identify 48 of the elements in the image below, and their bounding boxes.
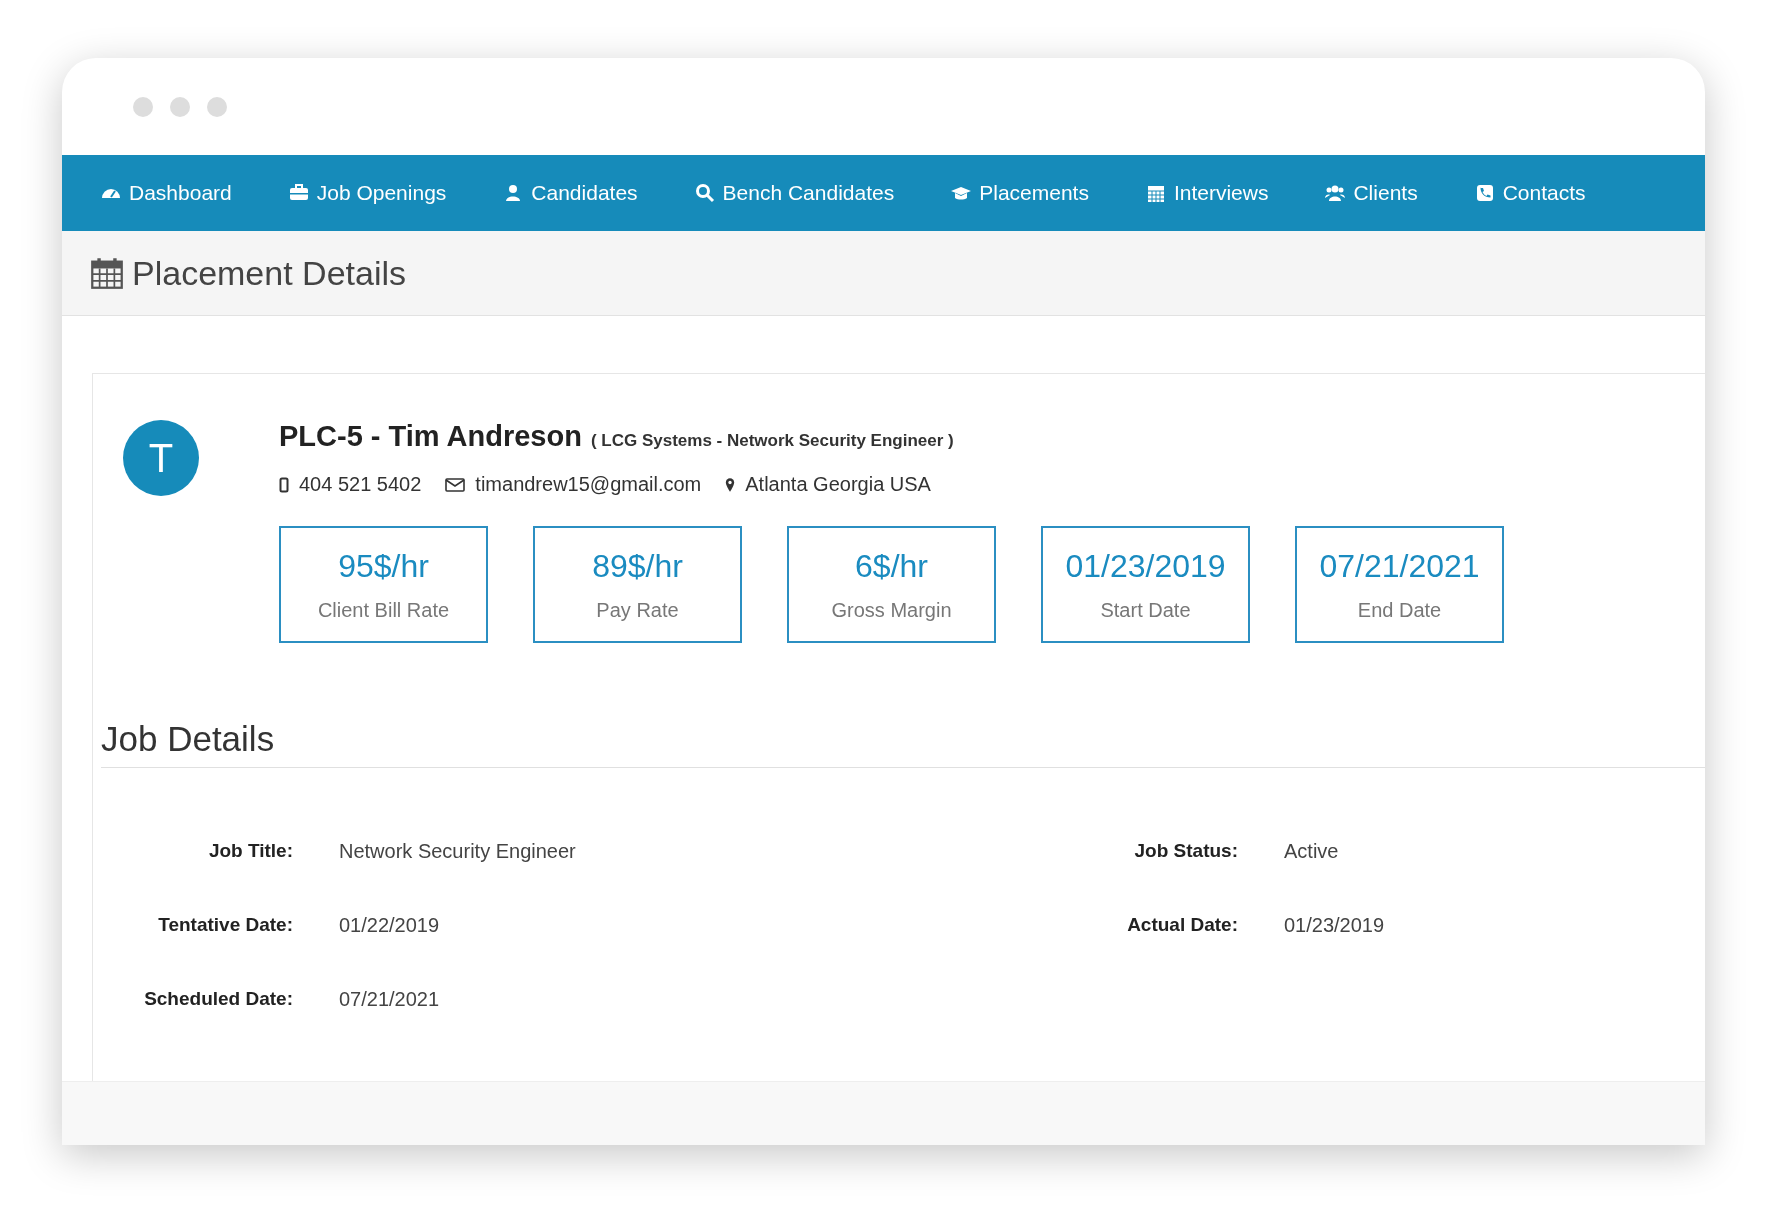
stat-value: 01/23/2019 xyxy=(1065,547,1226,585)
stat-label: Pay Rate xyxy=(596,598,679,622)
nav-link[interactable]: Clients xyxy=(1325,181,1418,205)
nav-link[interactable]: Contacts xyxy=(1474,181,1586,205)
window-dot xyxy=(133,96,153,117)
stat-label: Gross Margin xyxy=(831,598,952,622)
stat-value: 95$/hr xyxy=(338,547,429,585)
section-heading: Job Details xyxy=(101,719,1705,768)
field-value: 01/22/2019 xyxy=(338,913,441,937)
phone-number: 404 521 5402 xyxy=(299,473,422,496)
nav-link[interactable]: Job Openings xyxy=(288,181,447,205)
briefcase-icon xyxy=(288,183,309,203)
nav-link[interactable]: Bench Candidates xyxy=(694,181,895,205)
field-label: Actual Date: xyxy=(1126,914,1238,936)
mobile-phone-icon xyxy=(279,476,289,493)
nav-link[interactable]: Dashboard xyxy=(101,181,232,205)
field-value: Active xyxy=(1283,839,1340,863)
nav-link[interactable]: Candidates xyxy=(503,181,638,205)
page-title: Placement Details xyxy=(132,253,406,293)
map-pin-icon xyxy=(725,476,736,493)
calendar-icon xyxy=(90,256,124,290)
stat-value: 89$/hr xyxy=(592,547,683,585)
field-value: 07/21/2021 xyxy=(338,987,441,1011)
stat-label: Start Date xyxy=(1100,598,1191,622)
calendar-icon xyxy=(1145,183,1166,203)
email-address: timandrew15@gmail.com xyxy=(475,473,702,496)
stat-value: 6$/hr xyxy=(855,547,928,585)
field-value: 01/23/2019 xyxy=(1283,913,1386,937)
stat-value: 07/21/2021 xyxy=(1319,547,1480,585)
candidate-subtitle: ( LCG Systems - Network Security Engineer ) xyxy=(590,431,954,451)
stat-label: Client Bill Rate xyxy=(317,598,450,622)
candidate-name: PLC-5 - Tim Andreson xyxy=(279,420,582,453)
avatar: T xyxy=(123,420,199,496)
location: Atlanta Georgia USA xyxy=(745,473,931,496)
field-label: Scheduled Date: xyxy=(143,988,293,1010)
field-value: Network Security Engineer xyxy=(338,839,577,863)
nav-link[interactable]: Interviews xyxy=(1145,181,1269,205)
window-dot xyxy=(207,96,227,117)
window-dot xyxy=(170,96,190,117)
field-label: Tentative Date: xyxy=(157,914,293,936)
stat-label: End Date xyxy=(1357,598,1442,622)
field-label: Job Title: xyxy=(207,840,293,862)
search-icon xyxy=(694,183,715,203)
users-icon xyxy=(1325,183,1346,203)
field-label: Job Status: xyxy=(1133,840,1238,862)
phone-icon xyxy=(1474,183,1495,203)
envelope-icon xyxy=(445,476,466,493)
nav-link[interactable]: Placements xyxy=(951,181,1089,205)
